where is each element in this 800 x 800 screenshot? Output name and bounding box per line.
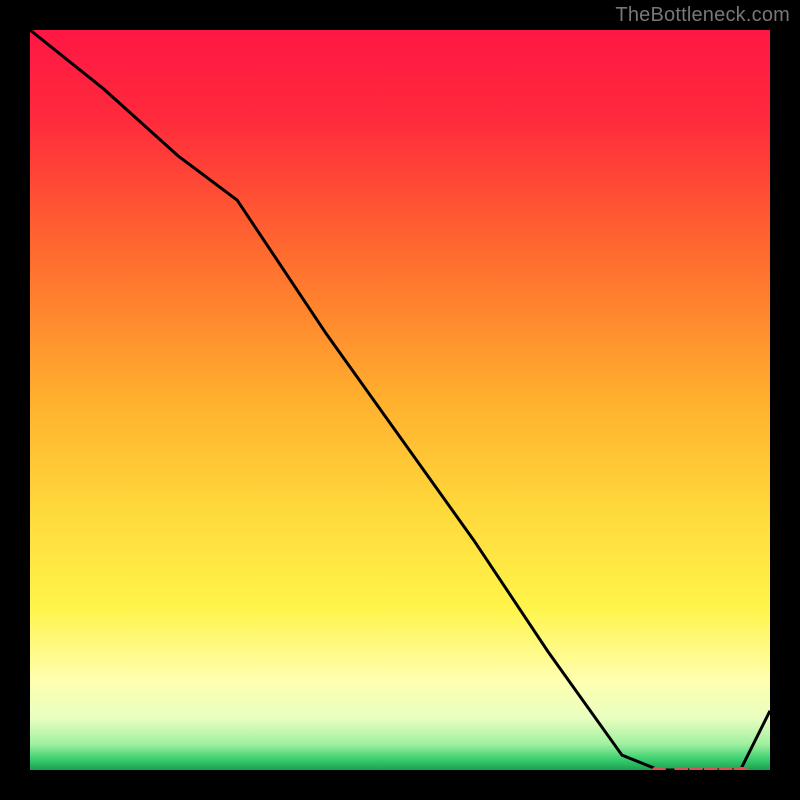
marker-dot — [674, 767, 688, 770]
watermark-text: TheBottleneck.com — [615, 4, 790, 27]
marker-dot — [719, 767, 733, 770]
plot-area — [30, 30, 770, 770]
curve-line — [30, 30, 770, 770]
chart-container: TheBottleneck.com — [0, 0, 800, 800]
marker-dot — [652, 767, 666, 770]
marker-dot — [733, 767, 747, 770]
marker-dot — [689, 767, 703, 770]
marker-dot — [704, 767, 718, 770]
curve-layer — [30, 30, 770, 770]
